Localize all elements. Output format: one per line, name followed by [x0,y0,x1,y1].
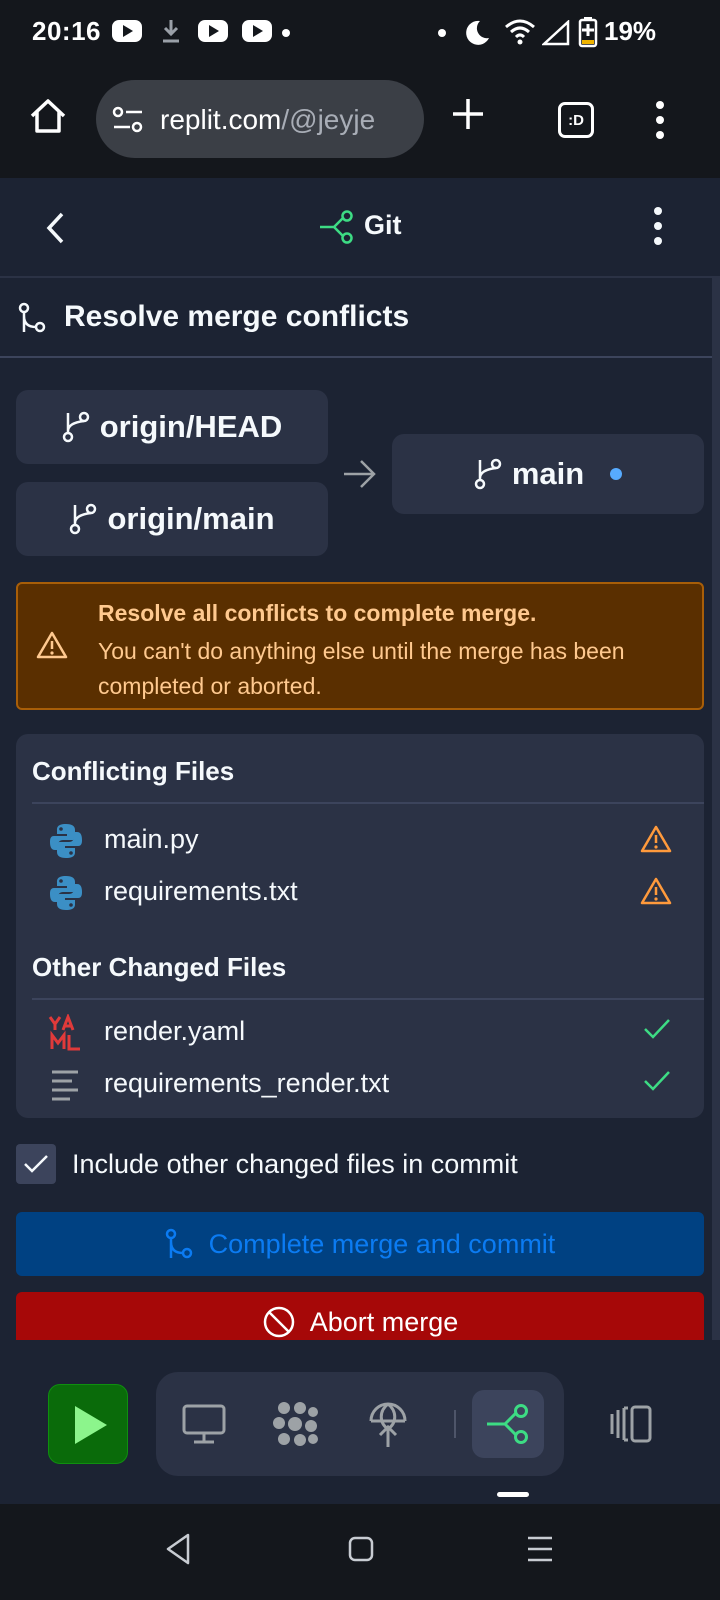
checkmark-icon [24,1155,48,1173]
branch-name: main [511,456,585,491]
conflicting-files-heading: Conflicting Files [32,756,235,786]
url-domain: replit.com [160,104,282,135]
merge-title: Resolve merge conflicts [64,300,410,333]
source-branch-origin-main: origin/main [16,482,328,556]
more-notifications-dot [282,29,290,37]
include-changed-files-label: Include other changed files in commit [72,1149,518,1179]
conflict-warning-icon [640,825,672,853]
tool-switcher [156,1372,564,1476]
status-time: 20:16 [32,16,101,46]
youtube-notification-icon-2 [198,20,228,42]
other-changed-files-heading: Other Changed Files [32,952,287,982]
status-dot [438,29,446,37]
include-changed-files-option[interactable]: Include other changed files in commit [16,1144,696,1184]
file-name: main.py [104,824,199,854]
run-button[interactable] [48,1384,128,1464]
current-branch-dot [610,468,623,480]
check-icon [644,1019,670,1039]
conflict-warning-icon [640,877,672,905]
deploy-tool-button[interactable] [352,1390,424,1458]
file-row-main-py[interactable]: main.py [16,816,688,866]
text-file-icon [52,1070,78,1101]
deploy-icon [369,1402,407,1447]
abort-merge-button[interactable]: Abort merge [16,1292,704,1344]
cancel-circle-icon [263,1306,294,1338]
address-bar[interactable]: replit.com/@jeyje [96,80,424,158]
system-navigation-bar [0,1504,720,1600]
header-title: Git [364,210,402,240]
yaml-icon [48,1014,80,1051]
battery-charging-icon [578,17,598,48]
nav-recents-icon[interactable] [526,1534,554,1564]
abort-merge-label: Abort merge [309,1306,459,1337]
nav-home-icon[interactable] [348,1536,374,1562]
python-icon [50,876,82,910]
toolbar-separator [454,1410,456,1438]
tab-switcher-button[interactable]: :D [558,102,594,138]
youtube-notification-icon-3 [242,20,272,42]
cell-signal-icon [542,20,570,46]
target-branch-main: main [392,434,704,514]
branch-name: origin/main [107,501,275,536]
file-row-requirements-render-txt[interactable]: requirements_render.txt [16,1060,688,1110]
source-branch-origin-head: origin/HEAD [16,390,328,464]
site-settings-icon[interactable] [112,106,144,134]
workspace-toolbar [0,1340,720,1504]
download-icon [163,20,179,43]
new-tab-plus-icon[interactable] [450,96,486,132]
battery-percent: 19% [604,16,657,46]
divider [32,802,704,804]
git-header: Git [0,178,720,278]
check-icon [644,1071,670,1091]
merge-arrow-icon [344,460,376,488]
merge-title-bar: Resolve merge conflicts [0,278,712,358]
file-name: requirements.txt [104,876,298,906]
python-icon [50,824,82,858]
webview-tool-button[interactable] [168,1390,240,1458]
wifi-icon [505,19,535,45]
nav-back-icon[interactable] [164,1532,192,1566]
file-name: render.yaml [104,1016,246,1046]
include-changed-files-checkbox[interactable] [16,1144,56,1184]
back-chevron-icon[interactable] [44,210,68,246]
git-tool-button[interactable] [472,1390,544,1458]
scrollbar[interactable] [712,278,720,1340]
file-row-render-yaml[interactable]: render.yaml [16,1008,688,1058]
do-not-disturb-moon-icon [466,20,489,45]
git-icon [487,1404,528,1444]
file-name: requirements_render.txt [104,1068,390,1098]
branch-icon [70,503,97,535]
home-icon[interactable] [28,96,68,136]
warning-body: You can't do anything else until the mer… [98,638,625,699]
branch-icon [62,411,89,443]
warning-icon [36,631,68,659]
monitor-icon [182,1404,226,1444]
divider [32,998,704,1000]
complete-merge-button[interactable]: Complete merge and commit [16,1212,704,1276]
browser-menu-icon[interactable] [654,100,666,140]
url-path: /@jeyje [281,104,376,135]
file-row-requirements-txt[interactable]: requirements.txt [16,868,688,918]
git-icon [320,210,353,244]
home-indicator [497,1492,529,1497]
changed-files-card: Conflicting Files main.py requirements.t… [16,734,704,1118]
agent-icon [273,1402,318,1446]
header-menu-icon[interactable] [652,206,664,246]
layout-panels-icon[interactable] [608,1404,654,1444]
agent-tool-button[interactable] [260,1390,332,1458]
merge-icon [165,1228,192,1259]
complete-merge-label: Complete merge and commit [208,1228,556,1259]
merge-warning-banner: Resolve all conflicts to complete merge.… [16,582,704,710]
url-text: replit.com/@jeyje [160,104,414,136]
status-bar: 20:16 19% [0,0,720,66]
play-icon [75,1406,107,1444]
merge-icon [18,302,46,333]
branch-icon [474,458,502,490]
youtube-notification-icon [112,20,142,42]
branch-name: origin/HEAD [99,409,283,444]
warning-title: Resolve all conflicts to complete merge. [98,600,537,626]
browser-toolbar: replit.com/@jeyje :D [0,66,720,178]
